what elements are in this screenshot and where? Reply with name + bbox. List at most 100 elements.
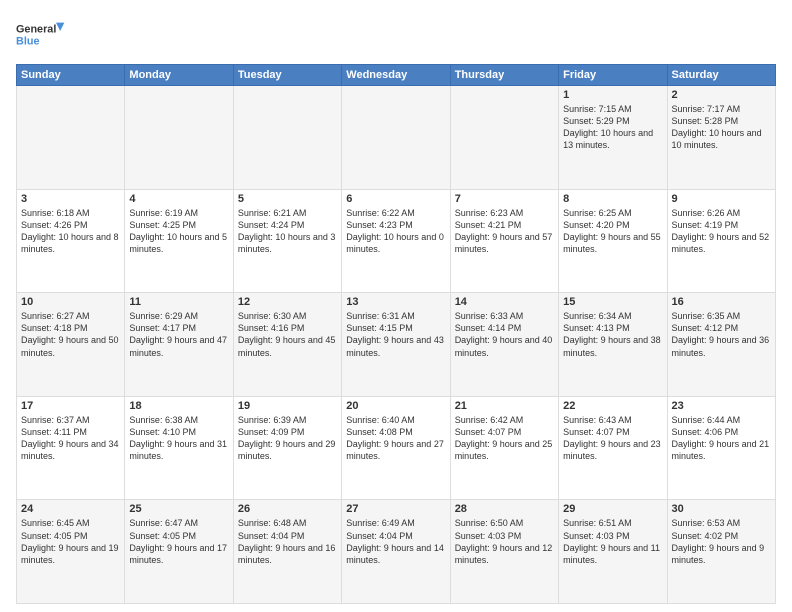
column-header-monday: Monday [125,65,233,86]
calendar-cell: 9 Sunrise: 6:26 AM Sunset: 4:19 PM Daylig… [667,189,775,293]
calendar-cell: 21 Sunrise: 6:42 AM Sunset: 4:07 PM Dayli… [450,396,558,500]
column-header-friday: Friday [559,65,667,86]
week-row-4: 17 Sunrise: 6:37 AM Sunset: 4:11 PM Dayli… [17,396,776,500]
day-info: Sunrise: 6:25 AM Sunset: 4:20 PM Dayligh… [563,207,662,256]
day-number: 20 [346,400,445,412]
calendar-cell: 13Sunrise: 6:31 AM Sunset: 4:15 PM Dayli… [342,293,450,397]
calendar-cell: 2 Sunrise: 7:17 AM Sunset: 5:28 PM Daylig… [667,86,775,190]
day-number: 16 [672,296,771,308]
day-info: Sunrise: 6:42 AM Sunset: 4:07 PM Dayligh… [455,414,554,463]
day-info: Sunrise: 6:18 AM Sunset: 4:26 PM Dayligh… [21,207,120,256]
day-info: Sunrise: 6:48 AM Sunset: 4:04 PM Dayligh… [238,517,337,566]
calendar-cell: 4 Sunrise: 6:19 AM Sunset: 4:25 PM Daylig… [125,189,233,293]
day-number: 19 [238,400,337,412]
day-number: 22 [563,400,662,412]
day-info: Sunrise: 6:33 AM Sunset: 4:14 PM Dayligh… [455,310,554,359]
logo: General Blue [16,16,66,56]
day-number: 9 [672,193,771,205]
day-number: 10 [21,296,120,308]
week-row-1: 1 Sunrise: 7:15 AM Sunset: 5:29 PM Daylig… [17,86,776,190]
calendar-cell: 30 Sunrise: 6:53 AM Sunset: 4:02 PM Dayli… [667,500,775,604]
calendar-cell: 16 Sunrise: 6:35 AM Sunset: 4:12 PM Dayli… [667,293,775,397]
calendar-cell: 28 Sunrise: 6:50 AM Sunset: 4:03 PM Dayli… [450,500,558,604]
calendar-cell: 23 Sunrise: 6:44 AM Sunset: 4:06 PM Dayli… [667,396,775,500]
day-info: Sunrise: 6:31 AM Sunset: 4:15 PM Dayligh… [346,310,445,359]
day-number: 2 [672,89,771,101]
calendar-cell [125,86,233,190]
column-header-wednesday: Wednesday [342,65,450,86]
calendar-cell: 20 Sunrise: 6:40 AM Sunset: 4:08 PM Dayli… [342,396,450,500]
calendar-cell: 11 Sunrise: 6:29 AM Sunset: 4:17 PM Dayli… [125,293,233,397]
calendar-cell: 6Sunrise: 6:22 AM Sunset: 4:23 PM Daylig… [342,189,450,293]
day-info: Sunrise: 6:19 AM Sunset: 4:25 PM Dayligh… [129,207,228,256]
week-row-2: 3 Sunrise: 6:18 AM Sunset: 4:26 PM Daylig… [17,189,776,293]
column-header-thursday: Thursday [450,65,558,86]
day-info: Sunrise: 6:49 AM Sunset: 4:04 PM Dayligh… [346,517,445,566]
calendar-cell: 18Sunrise: 6:38 AM Sunset: 4:10 PM Dayli… [125,396,233,500]
day-number: 1 [563,89,662,101]
calendar-cell: 29 Sunrise: 6:51 AM Sunset: 4:03 PM Dayli… [559,500,667,604]
day-number: 7 [455,193,554,205]
day-number: 3 [21,193,120,205]
day-number: 21 [455,400,554,412]
calendar-cell: 25 Sunrise: 6:47 AM Sunset: 4:05 PM Dayli… [125,500,233,604]
day-number: 23 [672,400,771,412]
day-number: 26 [238,503,337,515]
day-number: 27 [346,503,445,515]
calendar-cell: 10 Sunrise: 6:27 AM Sunset: 4:18 PM Dayli… [17,293,125,397]
day-info: Sunrise: 6:26 AM Sunset: 4:19 PM Dayligh… [672,207,771,256]
calendar-cell: 24 Sunrise: 6:45 AM Sunset: 4:05 PM Dayli… [17,500,125,604]
day-info: Sunrise: 6:47 AM Sunset: 4:05 PM Dayligh… [129,517,228,566]
day-info: Sunrise: 6:43 AM Sunset: 4:07 PM Dayligh… [563,414,662,463]
svg-text:Blue: Blue [16,35,39,47]
day-number: 28 [455,503,554,515]
day-info: Sunrise: 6:40 AM Sunset: 4:08 PM Dayligh… [346,414,445,463]
week-row-3: 10 Sunrise: 6:27 AM Sunset: 4:18 PM Dayli… [17,293,776,397]
header: General Blue [16,16,776,56]
calendar-table: SundayMondayTuesdayWednesdayThursdayFrid… [16,64,776,604]
calendar-cell: 8 Sunrise: 6:25 AM Sunset: 4:20 PM Daylig… [559,189,667,293]
header-row: SundayMondayTuesdayWednesdayThursdayFrid… [17,65,776,86]
day-info: Sunrise: 6:45 AM Sunset: 4:05 PM Dayligh… [21,517,120,566]
day-info: Sunrise: 6:51 AM Sunset: 4:03 PM Dayligh… [563,517,662,566]
calendar-cell: 26 Sunrise: 6:48 AM Sunset: 4:04 PM Dayli… [233,500,341,604]
calendar-cell: 15Sunrise: 6:34 AM Sunset: 4:13 PM Dayli… [559,293,667,397]
day-number: 15 [563,296,662,308]
calendar-cell: 7 Sunrise: 6:23 AM Sunset: 4:21 PM Daylig… [450,189,558,293]
week-row-5: 24 Sunrise: 6:45 AM Sunset: 4:05 PM Dayli… [17,500,776,604]
calendar-cell: 1 Sunrise: 7:15 AM Sunset: 5:29 PM Daylig… [559,86,667,190]
day-number: 4 [129,193,228,205]
day-info: Sunrise: 6:35 AM Sunset: 4:12 PM Dayligh… [672,310,771,359]
calendar-cell [450,86,558,190]
day-number: 24 [21,503,120,515]
day-number: 29 [563,503,662,515]
calendar-cell: 19 Sunrise: 6:39 AM Sunset: 4:09 PM Dayli… [233,396,341,500]
day-info: Sunrise: 6:37 AM Sunset: 4:11 PM Dayligh… [21,414,120,463]
day-info: Sunrise: 6:53 AM Sunset: 4:02 PM Dayligh… [672,517,771,566]
calendar-cell [233,86,341,190]
day-info: Sunrise: 7:15 AM Sunset: 5:29 PM Dayligh… [563,103,662,152]
calendar-cell: 27 Sunrise: 6:49 AM Sunset: 4:04 PM Dayli… [342,500,450,604]
day-number: 8 [563,193,662,205]
column-header-saturday: Saturday [667,65,775,86]
day-number: 17 [21,400,120,412]
day-info: Sunrise: 6:29 AM Sunset: 4:17 PM Dayligh… [129,310,228,359]
calendar-cell: 3 Sunrise: 6:18 AM Sunset: 4:26 PM Daylig… [17,189,125,293]
page: General Blue SundayMondayTuesdayWednesda… [0,0,792,612]
day-info: Sunrise: 6:23 AM Sunset: 4:21 PM Dayligh… [455,207,554,256]
calendar-cell: 12Sunrise: 6:30 AM Sunset: 4:16 PM Dayli… [233,293,341,397]
day-info: Sunrise: 6:39 AM Sunset: 4:09 PM Dayligh… [238,414,337,463]
day-number: 25 [129,503,228,515]
day-info: Sunrise: 6:21 AM Sunset: 4:24 PM Dayligh… [238,207,337,256]
day-number: 30 [672,503,771,515]
svg-text:General: General [16,24,56,36]
day-info: Sunrise: 6:44 AM Sunset: 4:06 PM Dayligh… [672,414,771,463]
calendar-cell: 22 Sunrise: 6:43 AM Sunset: 4:07 PM Dayli… [559,396,667,500]
day-number: 18 [129,400,228,412]
calendar-cell: 17 Sunrise: 6:37 AM Sunset: 4:11 PM Dayli… [17,396,125,500]
day-number: 12 [238,296,337,308]
day-info: Sunrise: 6:27 AM Sunset: 4:18 PM Dayligh… [21,310,120,359]
day-info: Sunrise: 6:50 AM Sunset: 4:03 PM Dayligh… [455,517,554,566]
day-info: Sunrise: 7:17 AM Sunset: 5:28 PM Dayligh… [672,103,771,152]
day-number: 11 [129,296,228,308]
